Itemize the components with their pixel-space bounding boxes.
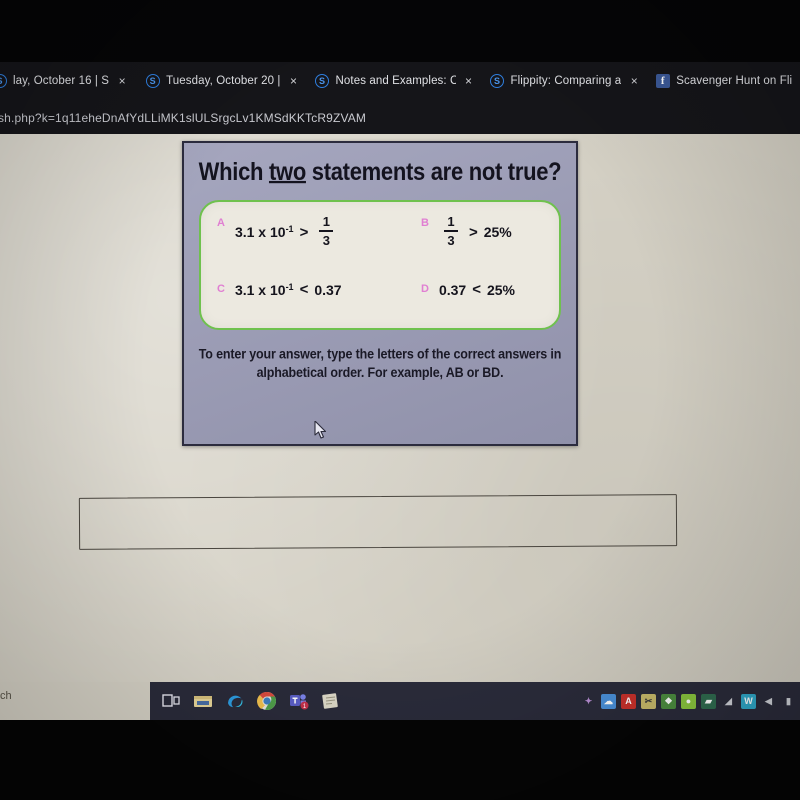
option-left-value: 0.37 — [438, 281, 467, 298]
answer-instructions-line-1: To enter your answer, type the letters o… — [198, 346, 562, 362]
option-comparator: > — [299, 223, 309, 241]
browser-tab-2[interactable]: S Tuesday, October 20 | × — [145, 65, 306, 97]
answer-instructions: To enter your answer, type the letters o… — [198, 346, 562, 382]
browser-tab-title: Scavenger Hunt on Fli — [676, 75, 793, 87]
onedrive-icon[interactable]: ☁ — [601, 693, 616, 709]
answer-option-c[interactable]: C 3.1 x 10 -1 < 0.37 — [217, 282, 342, 297]
answer-instructions-line-2: alphabetical order. For example, AB or B… — [256, 364, 504, 381]
option-letter: C — [217, 283, 225, 295]
teams-glyph: 1 — [290, 694, 309, 710]
photo-top-bezel — [0, 0, 800, 62]
close-icon[interactable]: × — [281, 75, 307, 87]
option-letter: A — [217, 217, 225, 229]
schoology-s-icon: S — [0, 74, 7, 89]
mouse-cursor-icon — [314, 421, 327, 439]
fraction-bar — [319, 230, 334, 232]
option-expression: 0.37 < 25% — [439, 282, 515, 297]
task-view-icon[interactable] — [158, 688, 184, 714]
close-icon[interactable]: × — [792, 75, 800, 87]
answer-input-box[interactable] — [78, 494, 678, 550]
edge-icon[interactable] — [222, 688, 248, 714]
browser-chrome: S lay, October 16 | S × S Tuesday, Octob… — [0, 62, 800, 134]
browser-tab-4[interactable]: S Flippity: Comparing a × — [490, 65, 648, 97]
browser-tab-title: Tuesday, October 20 | — [166, 75, 281, 87]
screen-photo: S lay, October 16 | S × S Tuesday, Octob… — [0, 0, 800, 800]
fraction-numerator: 1 — [447, 214, 455, 229]
chrome-icon[interactable] — [254, 688, 280, 714]
option-expression: 3.1 x 10 -1 > 1 3 — [234, 214, 338, 248]
system-tray: ✦ ☁ A ✂ ❖ ● ▰ ◢ W ◀ ▮ — [581, 682, 798, 720]
fraction-denominator: 3 — [447, 233, 455, 248]
option-letter: B — [421, 217, 429, 229]
answer-option-d[interactable]: D 0.37 < 25% — [421, 282, 515, 297]
fraction-denominator: 3 — [322, 233, 330, 248]
url-text: sh.php?k=1q11eheDnAfYdLLiMK1slULSrgcLv1K… — [0, 111, 367, 125]
schoology-s-icon: S — [315, 74, 330, 89]
file-explorer-glyph — [194, 696, 212, 707]
taskbar-search-area[interactable]: ch — [0, 682, 150, 720]
option-fraction: 1 3 — [443, 214, 458, 248]
weather-icon[interactable]: W — [741, 693, 756, 709]
wifi-icon[interactable]: ◢ — [721, 694, 736, 709]
address-bar[interactable]: sh.php?k=1q11eheDnAfYdLLiMK1slULSrgcLv1K… — [0, 102, 800, 134]
facebook-icon: f — [655, 74, 670, 89]
page-content: Which two statements are not true? A 3.1… — [0, 134, 800, 734]
volume-icon[interactable]: ◀ — [761, 694, 776, 709]
option-comparator: > — [468, 223, 478, 241]
option-letter: D — [421, 283, 429, 295]
question-title: Which two statements are not true? — [184, 157, 576, 186]
browser-tab-3[interactable]: S Notes and Examples: C × — [315, 65, 482, 97]
quiz-slide-inner: Which two statements are not true? A 3.1… — [184, 143, 576, 444]
option-right-value: 25% — [486, 281, 515, 298]
option-left-value: 3.1 x 10 — [234, 281, 286, 298]
vpn-icon[interactable]: ▰ — [701, 693, 716, 709]
windows-taskbar: ch 1 ✦ ☁ A ✂ ❖ ● ▰ ◢ W ◀ ▮ — [0, 682, 800, 720]
browser-tab-title: Flippity: Comparing a — [510, 75, 622, 87]
sticky-notes-glyph — [322, 693, 338, 709]
file-explorer-icon[interactable] — [190, 688, 216, 714]
browser-tab-title: lay, October 16 | S — [13, 75, 110, 87]
sticky-notes-icon[interactable] — [318, 688, 344, 714]
close-icon[interactable]: × — [621, 75, 647, 87]
browser-tab-title: Notes and Examples: C — [335, 75, 456, 87]
question-title-after: statements are not true? — [305, 157, 562, 186]
browser-tab-strip: S lay, October 16 | S × S Tuesday, Octob… — [0, 62, 800, 100]
schoology-s-icon: S — [145, 74, 160, 89]
browser-tab-5[interactable]: f Scavenger Hunt on Fli × — [655, 65, 800, 97]
task-view-glyph — [162, 694, 180, 707]
option-expression: 3.1 x 10 -1 < 0.37 — [234, 281, 342, 298]
chrome-glyph — [257, 691, 277, 711]
close-icon[interactable]: × — [456, 75, 482, 87]
question-title-before: Which — [198, 157, 269, 186]
schoology-s-icon: S — [490, 74, 505, 89]
battery-icon[interactable]: ▮ — [781, 694, 796, 709]
edge-glyph — [228, 695, 243, 708]
teams-icon[interactable]: 1 — [286, 688, 312, 714]
browser-tab-1[interactable]: S lay, October 16 | S × — [0, 65, 135, 97]
answer-option-a[interactable]: A 3.1 x 10 -1 > 1 3 — [217, 214, 338, 248]
quiz-slide-image: Which two statements are not true? A 3.1… — [182, 141, 578, 446]
option-right-value: 25% — [483, 224, 512, 240]
option-fraction: 1 3 — [319, 214, 334, 248]
snipping-tool-icon[interactable]: ✂ — [641, 693, 656, 709]
option-comparator: < — [472, 281, 481, 298]
option-right-value: 0.37 — [314, 281, 342, 298]
fraction-bar — [443, 230, 458, 232]
taskbar-search-text: ch — [0, 690, 12, 702]
answer-options-panel: A 3.1 x 10 -1 > 1 3 B 1 3 > 25% C 3.1 x … — [199, 200, 561, 330]
fraction-numerator: 1 — [322, 214, 330, 229]
option-expression: 1 3 > 25% — [439, 214, 512, 248]
option-comparator: < — [299, 281, 309, 298]
photo-bottom-bezel — [0, 720, 800, 800]
security-icon[interactable]: ❖ — [661, 693, 676, 709]
close-icon[interactable]: × — [109, 75, 135, 87]
question-title-emphasis: two — [268, 157, 306, 186]
antivirus-icon[interactable]: ● — [681, 693, 696, 709]
adobe-reader-icon[interactable]: A — [621, 693, 636, 709]
taskbar-app-buttons: 1 — [152, 682, 344, 720]
option-left-value: 3.1 x 10 — [234, 224, 286, 240]
show-hidden-icons[interactable]: ✦ — [581, 694, 596, 709]
answer-option-b[interactable]: B 1 3 > 25% — [421, 214, 512, 248]
